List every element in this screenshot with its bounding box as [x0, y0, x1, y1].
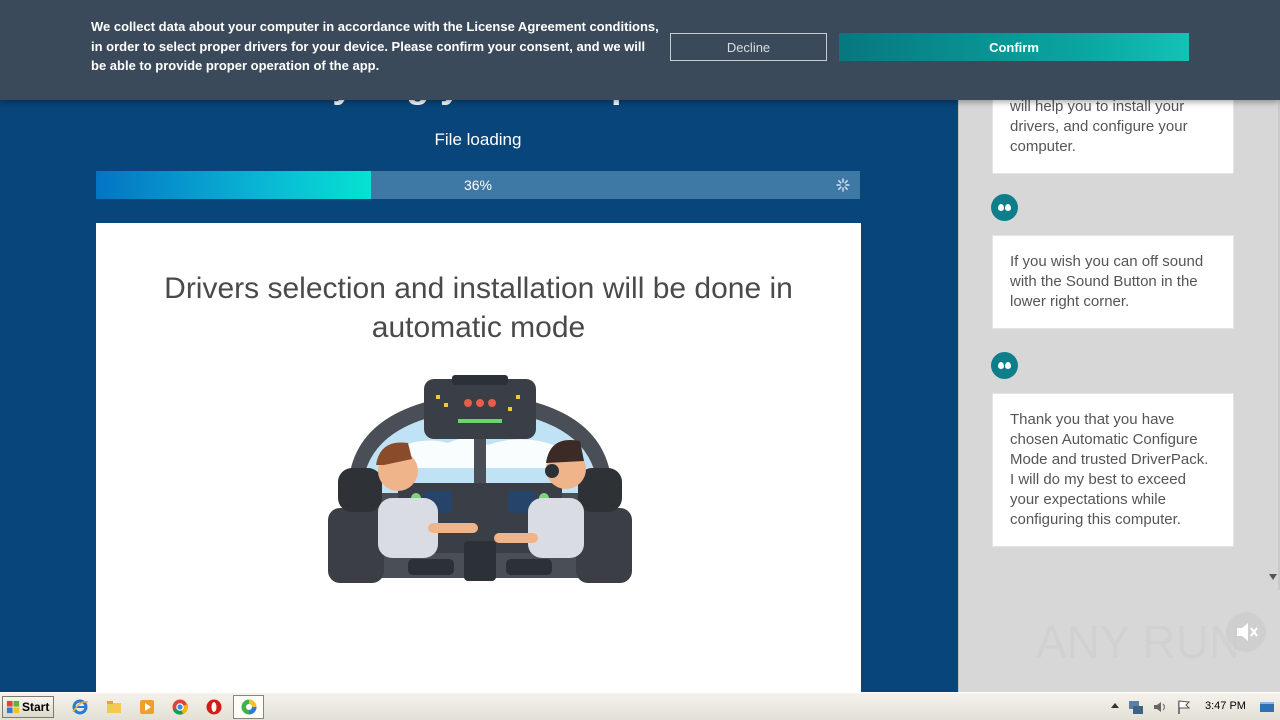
assistant-chat-panel: will help you to install your drivers, a…: [958, 0, 1280, 692]
loading-spinner-icon: [836, 178, 850, 192]
chat-message: Thank you that you have chosen Automatic…: [992, 393, 1234, 547]
confirm-button[interactable]: Confirm: [839, 33, 1189, 61]
taskbar-driverpack-app[interactable]: [233, 695, 264, 719]
sound-toggle-button[interactable]: [1226, 612, 1266, 652]
volume-icon[interactable]: [1151, 698, 1169, 716]
consent-banner: We collect data about your computer in a…: [0, 0, 1280, 100]
start-button[interactable]: Start: [2, 696, 54, 718]
taskbar-clock[interactable]: 3:47 PM: [1205, 700, 1246, 712]
bot-avatar-icon: [991, 352, 1018, 379]
start-label: Start: [22, 700, 50, 714]
progress-percent-text: 36%: [463, 177, 493, 193]
cockpit-pilots-illustration: [328, 375, 632, 583]
chrome-icon[interactable]: [171, 698, 189, 716]
driverpack-main-area: Analyzing your computer File loading 36%…: [0, 0, 958, 692]
progress-bar: 36%: [96, 171, 860, 199]
anyrun-watermark-logo: ANY RUN: [1036, 616, 1236, 668]
bot-avatar-icon: [991, 194, 1018, 221]
consent-text: We collect data about your computer in a…: [91, 19, 659, 73]
decline-button[interactable]: Decline: [670, 33, 827, 61]
file-loading-label: File loading: [434, 130, 522, 149]
chat-scrollbar[interactable]: [1264, 100, 1280, 590]
speaker-muted-icon: [1237, 623, 1258, 641]
internet-explorer-icon[interactable]: [71, 698, 89, 716]
chat-message: If you wish you can off sound with the S…: [992, 235, 1234, 329]
info-card-title: Drivers selection and installation will …: [164, 272, 793, 344]
driverpack-icon: [241, 699, 257, 715]
system-tray: [1103, 696, 1280, 718]
folder-icon[interactable]: [105, 698, 123, 716]
watermark-text: ANY RUN: [1036, 616, 1236, 668]
windows-taskbar: Start 3:47 PM: [0, 692, 1280, 720]
info-card: Drivers selection and installation will …: [96, 223, 861, 692]
show-desktop-icon[interactable]: [1258, 698, 1276, 716]
opera-icon[interactable]: [205, 698, 223, 716]
flag-icon[interactable]: [1175, 698, 1193, 716]
show-hidden-icons-icon[interactable]: [1109, 698, 1121, 716]
media-player-icon[interactable]: [138, 698, 156, 716]
windows-logo-icon: [6, 700, 20, 714]
network-icon[interactable]: [1127, 698, 1145, 716]
